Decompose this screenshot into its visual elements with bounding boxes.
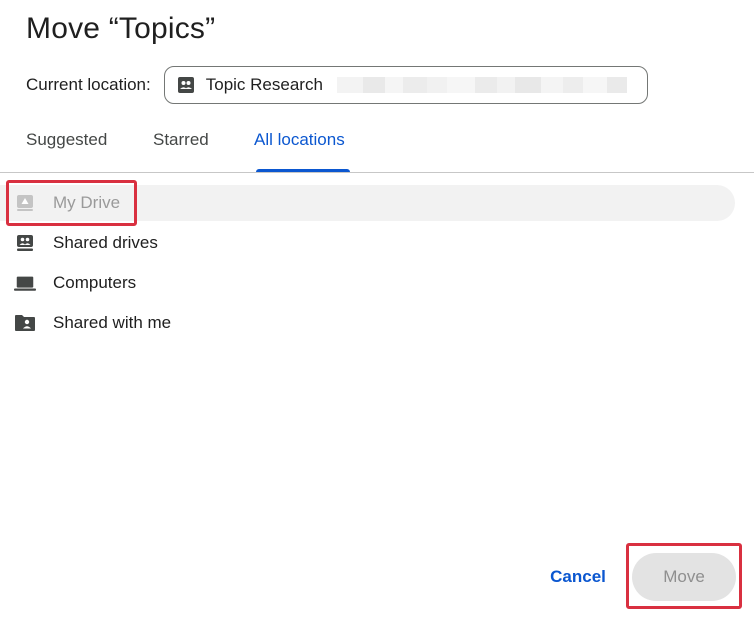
location-item-label: Shared drives bbox=[53, 233, 158, 252]
computer-icon bbox=[14, 272, 36, 294]
shared-drives-icon bbox=[14, 232, 36, 254]
move-button[interactable]: Move bbox=[632, 553, 736, 601]
tab-all-locations[interactable]: All locations bbox=[254, 130, 345, 150]
locations-list: My Drive Shared drives Computers Shared … bbox=[0, 183, 754, 343]
location-item-label: Computers bbox=[53, 273, 137, 292]
redacted-text bbox=[336, 76, 627, 94]
dialog-title: Move “Topics” bbox=[26, 12, 216, 45]
location-item-label: Shared with me bbox=[53, 313, 172, 332]
current-location-chip[interactable]: Topic Research bbox=[163, 66, 648, 104]
my-drive-icon bbox=[14, 192, 36, 214]
shared-with-me-icon bbox=[14, 312, 36, 334]
active-tab-indicator bbox=[256, 169, 350, 172]
cancel-button[interactable]: Cancel bbox=[540, 552, 616, 602]
move-dialog: Move “Topics” Current location: Topic Re… bbox=[0, 0, 754, 621]
location-item-label: My Drive bbox=[53, 193, 121, 212]
dialog-actions: Cancel Move bbox=[0, 552, 754, 602]
current-location-label: Current location: bbox=[26, 75, 151, 94]
location-item-shared-drives[interactable]: Shared drives bbox=[0, 223, 754, 263]
shared-drive-icon bbox=[177, 76, 195, 94]
location-item-shared-with-me[interactable]: Shared with me bbox=[0, 303, 754, 343]
tab-suggested[interactable]: Suggested bbox=[26, 130, 107, 150]
current-location-value: Topic Research bbox=[205, 75, 323, 94]
current-location-row: Current location: Topic Research bbox=[26, 65, 648, 105]
location-item-my-drive[interactable]: My Drive bbox=[0, 183, 754, 223]
tab-starred[interactable]: Starred bbox=[153, 130, 209, 150]
location-item-computers[interactable]: Computers bbox=[0, 263, 754, 303]
location-tabs: Suggested Starred All locations bbox=[0, 118, 754, 173]
